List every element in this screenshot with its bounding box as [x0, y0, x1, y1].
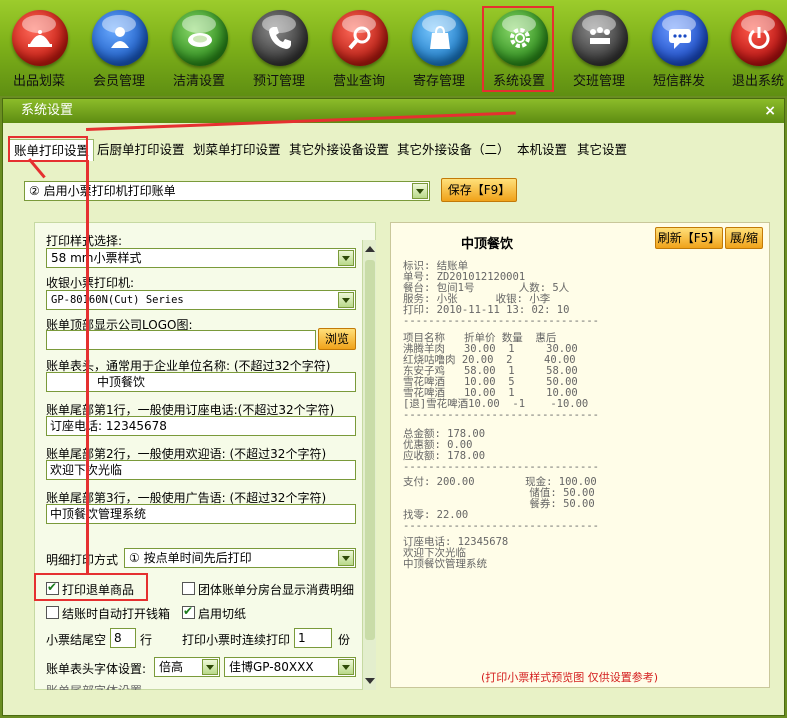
toolbar-button-exit[interactable]: 退出系统 — [719, 0, 787, 96]
tab-local-settings[interactable]: 本机设置 — [513, 139, 571, 161]
preview-note: (打印小票样式预览图 仅供设置参考) — [481, 671, 659, 684]
toolbar-button-business-query[interactable]: 营业查询 — [320, 0, 398, 96]
tail-lines-label: 小票结尾空 — [46, 633, 107, 647]
bag-icon — [430, 25, 450, 49]
printer-select[interactable]: GP-80160N(Cut) Series — [46, 290, 356, 310]
receipt-preview: 中顶餐饮 刷新【F5】 展/缩 标识: 结账单 单号: ZD2010121200… — [390, 222, 770, 688]
cloche-icon — [28, 30, 52, 47]
toolbar-label: 出品划菜 — [12, 74, 65, 89]
phone-icon — [269, 27, 291, 49]
tail-lines-unit: 行 — [140, 633, 153, 647]
toolbar-label: 营业查询 — [332, 74, 385, 89]
footer2-input[interactable]: 欢迎下次光临 — [46, 460, 356, 480]
print-mode-value: ② 启用小票打印机打印账单 — [29, 184, 176, 198]
font-printer-select[interactable]: 佳博GP-80XXX — [224, 657, 356, 677]
preview-header-lines: 标识: 结账单 单号: ZD201012120001 餐台: 包间1号 人数: … — [403, 260, 599, 327]
toolbar-button-storage[interactable]: 寄存管理 — [400, 0, 478, 96]
toolbar-label: 会员管理 — [92, 74, 145, 89]
meeting-icon — [590, 27, 610, 44]
cash-drawer-checkbox[interactable] — [46, 606, 59, 619]
paper-cut-checkbox[interactable] — [182, 604, 195, 619]
scroll-thumb[interactable] — [365, 260, 375, 640]
toolbar-button-dish-call[interactable]: 出品划菜 — [0, 0, 78, 96]
user-icon — [111, 27, 129, 48]
header-input[interactable]: 中顶餐饮 — [46, 372, 356, 392]
refresh-button[interactable]: 刷新【F5】 — [655, 227, 723, 249]
toolbar-label: 洁清设置 — [172, 74, 225, 89]
print-mode-select[interactable]: ② 启用小票打印机打印账单 — [24, 181, 430, 201]
toolbar-button-shift[interactable]: 交班管理 — [560, 0, 638, 96]
highlight-system-settings — [482, 6, 554, 92]
font-size-value: 倍高 — [159, 660, 184, 674]
toolbar-button-clean[interactable]: 洁清设置 — [160, 0, 238, 96]
cut-off-label: 账单尾部字体设置 — [46, 682, 142, 690]
toolbar-label: 退出系统 — [731, 74, 784, 89]
chevron-down-icon — [338, 550, 354, 566]
tab-other-settings[interactable]: 其它设置 — [573, 139, 631, 161]
font-label: 账单表头字体设置: — [46, 662, 147, 676]
cash-drawer-label: 结账时自动打开钱箱 — [62, 607, 171, 621]
style-label: 打印样式选择: — [46, 234, 123, 248]
font-size-select[interactable]: 倍高 — [154, 657, 220, 677]
copies-input[interactable]: 1 — [294, 628, 332, 648]
chevron-down-icon — [338, 292, 354, 308]
save-button[interactable]: 保存【F9】 — [441, 178, 517, 202]
highlight-refund-option — [34, 573, 148, 601]
preview-total-lines: 总金额: 178.00 优惠额: 0.00 应收额: 178.00 ------… — [403, 428, 599, 473]
cut-off-row: 账单尾部字体设置 — [34, 682, 362, 690]
copies-label: 打印小票时连续打印 — [182, 633, 291, 647]
tab-kitchen-print[interactable]: 后厨单打印设置 — [93, 139, 189, 161]
chevron-down-icon — [202, 659, 218, 675]
toolbar-button-member[interactable]: 会员管理 — [80, 0, 158, 96]
search-icon — [348, 26, 371, 50]
highlight-bill-tab — [8, 136, 88, 162]
footer1-input[interactable]: 订座电话: 12345678 — [46, 416, 356, 436]
chat-icon — [669, 29, 691, 49]
toolbar-label: 短信群发 — [652, 74, 705, 89]
detail-label: 明细打印方式 — [46, 553, 119, 567]
toolbar-button-sms[interactable]: 短信群发 — [640, 0, 718, 96]
print-style-select[interactable]: 58 mm小票样式 — [46, 248, 356, 268]
preview-footer-lines: 订座电话: 12345678 欢迎下次光临 中顶餐饮管理系统 — [403, 536, 509, 570]
detail-mode-select[interactable]: ① 按点单时间先后打印 — [124, 548, 356, 568]
copies-unit: 份 — [338, 633, 351, 647]
detail-mode-value: ① 按点单时间先后打印 — [129, 551, 252, 565]
printer-label: 收银小票打印机: — [46, 276, 135, 290]
chevron-down-icon — [412, 183, 428, 199]
preview-pay-lines: 支付: 200.00 现金: 100.00 储值: 50.00 餐券: 50.0… — [403, 476, 599, 532]
printer-value: GP-80160N(Cut) Series — [51, 294, 184, 306]
chevron-down-icon — [338, 659, 354, 675]
toolbar-button-reservation[interactable]: 预订管理 — [240, 0, 318, 96]
print-style-value: 58 mm小票样式 — [51, 251, 142, 265]
toolbar-label: 寄存管理 — [412, 74, 465, 89]
annotation-arrow-line — [86, 160, 89, 575]
paper-cut-label: 启用切纸 — [198, 607, 247, 621]
group-bill-checkbox[interactable] — [182, 582, 195, 595]
preview-item-lines: 项目名称 折单价 数量 惠后 沸腾羊肉 30.00 1 30.00 红烧咕噜肉 … — [403, 332, 599, 421]
scroll-up-icon — [365, 246, 375, 252]
footer3-input[interactable]: 中顶餐饮管理系统 — [46, 504, 356, 524]
form-scrollbar[interactable] — [362, 240, 376, 690]
toolbar-label: 预订管理 — [252, 74, 305, 89]
dialog-title: 系统设置 — [3, 99, 784, 123]
expand-button[interactable]: 展/缩 — [725, 227, 763, 249]
browse-button[interactable]: 浏览 — [318, 328, 356, 350]
toolbar-label: 交班管理 — [572, 74, 625, 89]
scroll-down-icon — [365, 678, 375, 684]
close-icon[interactable]: × — [764, 99, 776, 123]
group-bill-label: 团体账单分房台显示消费明细 — [198, 583, 355, 597]
chevron-down-icon — [338, 250, 354, 266]
preview-title: 中顶餐饮 — [461, 237, 514, 252]
tab-external-device-2[interactable]: 其它外接设备（二） — [393, 139, 514, 161]
plate-icon — [188, 33, 212, 47]
main-toolbar: 出品划菜 会员管理 洁清设置 预订管理 营业查询 寄存管理 系统设置 交班管理 — [0, 0, 787, 96]
tab-dish-print[interactable]: 划菜单打印设置 — [189, 139, 285, 161]
font-printer-value: 佳博GP-80XXX — [229, 660, 314, 674]
tail-lines-input[interactable]: 8 — [110, 628, 136, 648]
power-icon — [748, 27, 770, 49]
tab-external-device[interactable]: 其它外接设备设置 — [285, 139, 393, 161]
